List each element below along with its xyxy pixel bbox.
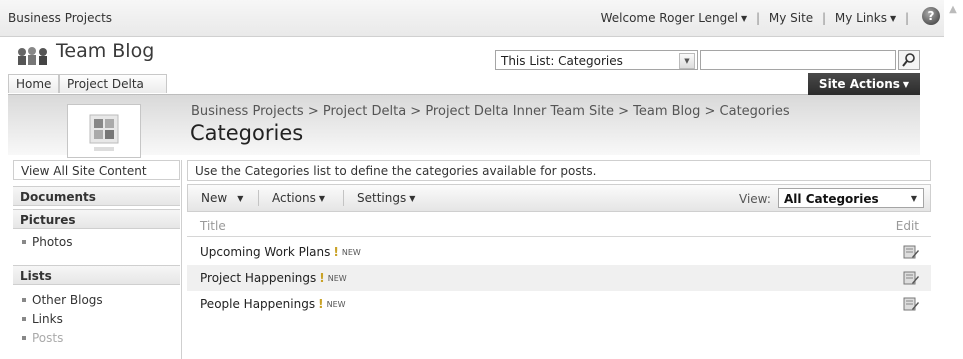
table-row: People Happenings! NEW [187,291,931,317]
breadcrumb[interactable]: Business Projects > Project Delta > Proj… [191,104,790,119]
toolbar-separator [258,190,259,206]
table-row: Upcoming Work Plans! NEW [187,239,931,265]
global-top-bar: Business Projects Welcome Roger Lengel ▼ … [0,0,944,37]
quicklaunch-item-photos[interactable]: Photos [13,233,189,251]
my-links-menu[interactable]: My Links ▼ [835,11,896,25]
separator: | [821,11,827,25]
new-badge: NEW [341,248,361,257]
quicklaunch-item-links[interactable]: Links [13,310,189,328]
quicklaunch-item-posts[interactable]: Posts [13,329,189,347]
search-button[interactable] [898,50,920,70]
welcome-menu[interactable]: Welcome Roger Lengel ▼ [601,11,748,25]
list-item-title-link[interactable]: Project Happenings! NEW [200,265,347,292]
chevron-down-icon: ▼ [740,14,748,23]
new-marker-icon: ! [333,245,339,259]
chevron-down-icon: ▼ [902,80,910,89]
bullet-icon [22,336,26,340]
scroll-up-arrow-icon[interactable]: ▲ [947,4,959,16]
quicklaunch-item-label: Links [32,312,63,326]
page-title: Categories [190,121,304,145]
column-header-title[interactable]: Title [200,215,226,237]
edit-item-icon[interactable] [903,244,919,260]
chevron-down-icon: ▼ [910,194,917,203]
site-logo-graphic [89,114,119,151]
list-item-title: Project Happenings [200,271,317,285]
quicklaunch-heading-documents[interactable]: Documents [13,186,180,206]
toolbar-separator [343,190,344,206]
bullet-icon [22,240,26,244]
new-menu-button[interactable]: New ▼ [201,191,243,205]
my-links-label: My Links [834,11,887,25]
list-item-title-link[interactable]: People Happenings! NEW [200,291,346,318]
list-column-header: Title Edit [187,215,931,237]
new-label: New [201,191,228,205]
view-selector-value: All Categories [784,192,879,206]
list-item-title: Upcoming Work Plans [200,245,331,259]
dropdown-arrow-icon: ▼ [679,53,695,69]
chevron-down-icon: ▼ [889,14,897,23]
list-description: Use the Categories list to define the ca… [187,160,931,181]
search-input[interactable] [700,50,896,70]
chevron-down-icon: ▼ [409,194,416,203]
site-actions-menu[interactable]: Site Actions ▼ [808,73,920,95]
list-toolbar: New ▼ Actions ▼ Settings ▼ View: All Catego… [187,184,931,212]
quicklaunch-item-label: Photos [32,235,73,249]
welcome-label: Welcome Roger Lengel [600,11,738,25]
my-site-link[interactable]: My Site [769,11,813,25]
site-collection-link[interactable]: Business Projects [8,11,112,25]
site-title[interactable]: Team Blog [56,40,154,62]
search-scope-value: This List: Categories [501,54,623,68]
chevron-down-icon: ▼ [318,194,325,203]
view-selector[interactable]: All Categories ▼ [778,188,924,208]
view-label: View: [739,192,771,206]
quicklaunch-heading-pictures[interactable]: Pictures [13,209,180,229]
top-navigation: Home Project Delta [8,74,920,95]
quick-launch: View All Site Content Documents Pictures… [13,160,182,359]
new-marker-icon: ! [319,271,325,285]
chevron-down-icon: ▼ [237,194,244,203]
site-logo[interactable] [67,104,141,158]
tab-home[interactable]: Home [8,74,59,93]
settings-menu-button[interactable]: Settings ▼ [357,191,415,205]
new-marker-icon: ! [318,297,324,311]
bullet-icon [22,298,26,302]
view-all-site-content-link[interactable]: View All Site Content [13,160,180,180]
tab-project-delta[interactable]: Project Delta [59,74,167,93]
top-right-links: Welcome Roger Lengel ▼ | My Site | My Lin… [601,11,914,25]
bullet-icon [22,317,26,321]
separator: | [755,11,761,25]
search-icon [902,53,915,67]
search-scope-select[interactable]: This List: Categories ▼ [495,50,698,70]
edit-item-icon[interactable] [903,296,919,312]
quicklaunch-heading-lists[interactable]: Lists [13,265,180,285]
quicklaunch-item-label: Other Blogs [32,293,103,307]
edit-item-icon[interactable] [903,270,919,286]
table-row: Project Happenings! NEW [187,265,931,291]
help-icon[interactable]: ? [922,7,940,25]
new-badge: NEW [327,274,347,283]
new-badge: NEW [326,300,346,309]
column-header-edit: Edit [895,219,919,233]
site-actions-label: Site Actions [818,77,900,91]
list-item-title-link[interactable]: Upcoming Work Plans! NEW [200,239,361,266]
quicklaunch-item-label: Posts [32,331,64,345]
quicklaunch-item-other-blogs[interactable]: Other Blogs [13,291,189,309]
actions-menu-button[interactable]: Actions ▼ [272,191,325,205]
list-item-title: People Happenings [200,297,316,311]
team-blog-icon [18,47,47,65]
settings-label: Settings [357,191,407,205]
separator: | [904,11,909,25]
actions-label: Actions [272,191,316,205]
